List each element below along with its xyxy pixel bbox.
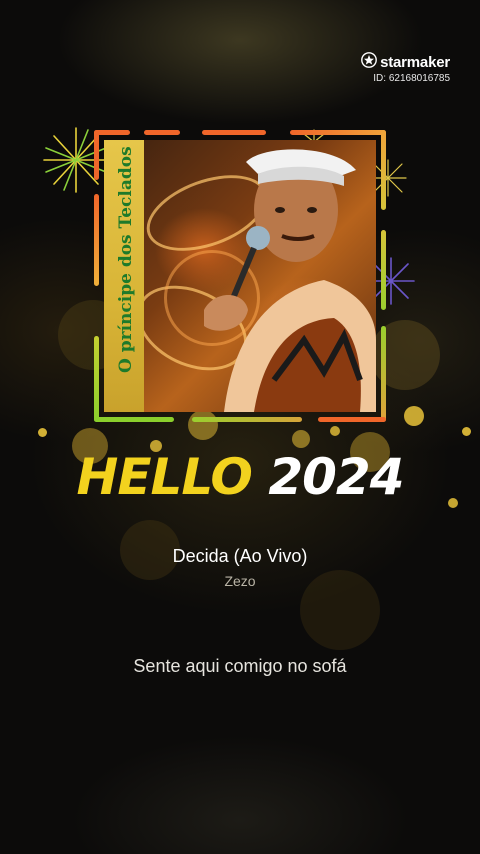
- headline-year: 2024: [268, 448, 404, 506]
- artist-name: Zezo: [224, 573, 256, 589]
- current-lyric-line: Sente aqui comigo no sofá: [133, 656, 347, 676]
- frame-segment: [290, 130, 386, 135]
- bokeh-light: [38, 428, 47, 437]
- brand-name: starmaker: [380, 53, 450, 71]
- bokeh-light: [292, 430, 310, 448]
- bokeh-light: [330, 426, 340, 436]
- cover-frame: [94, 130, 386, 422]
- star-logo-icon: [361, 52, 377, 72]
- frame-segment: [381, 326, 386, 422]
- frame-segment: [94, 336, 99, 422]
- song-title: Decida (Ao Vivo): [172, 546, 308, 566]
- starmaker-watermark: starmaker ID: 62168016785: [361, 52, 450, 84]
- bokeh-light: [462, 427, 471, 436]
- frame-segment: [192, 417, 302, 422]
- frame-segment: [381, 130, 386, 210]
- headline-hello: HELLO: [76, 448, 252, 506]
- frame-segment: [94, 194, 99, 286]
- frame-segment: [144, 130, 180, 135]
- frame-segment: [94, 130, 99, 180]
- new-year-headline: HELLO 2024: [0, 448, 480, 506]
- frame-segment: [318, 417, 386, 422]
- frame-segment: [202, 130, 266, 135]
- frame-segment: [381, 230, 386, 310]
- bokeh-light: [404, 406, 424, 426]
- frame-segment: [94, 417, 174, 422]
- user-id: ID: 62168016785: [373, 73, 450, 84]
- frame-segment: [94, 130, 130, 135]
